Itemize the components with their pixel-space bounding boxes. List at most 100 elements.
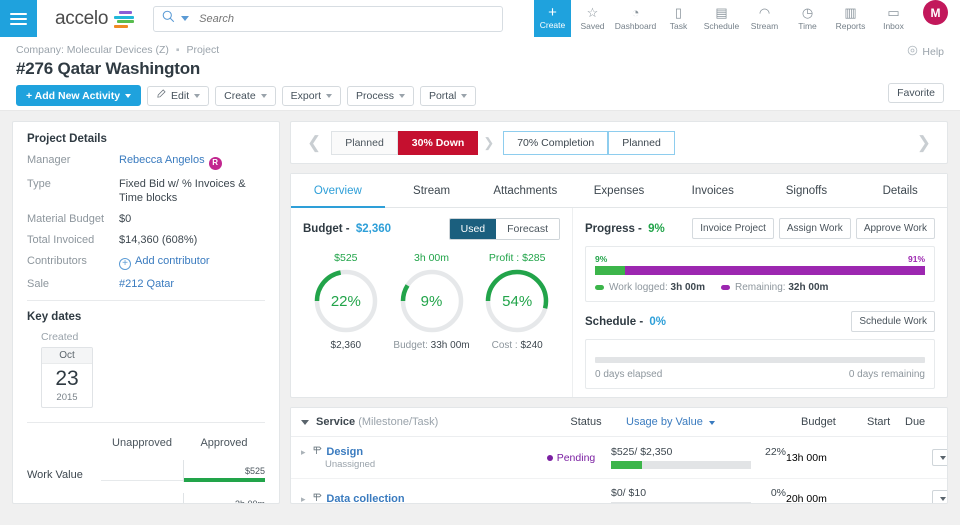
donut-chart: 54% — [484, 268, 550, 334]
status-chip-70-completion[interactable]: 70% Completion — [503, 131, 608, 155]
nav-item-reports[interactable]: ▥ Reports — [829, 0, 872, 37]
toggle-used[interactable]: Used — [450, 219, 497, 239]
detail-row-contributors: Contributors +Add contributor — [27, 254, 265, 270]
service-name[interactable]: Design — [326, 446, 363, 458]
nav-item-schedule[interactable]: ▤ Schedule — [700, 0, 743, 37]
star-icon: ☆ — [587, 6, 599, 20]
table-row: Billable 3h 00m — [27, 493, 265, 505]
nav-item-time[interactable]: ◷ Time — [786, 0, 829, 37]
approve-work-button[interactable]: Approve Work — [856, 218, 935, 239]
nav-item-stream[interactable]: ◠ Stream — [743, 0, 786, 37]
column-status: Status — [546, 416, 626, 428]
nav-label: Stream — [751, 21, 778, 31]
column-service-sub: (Milestone/Task) — [358, 416, 438, 428]
donut-hours: 3h 00m 9% Budget: 33h 00m — [389, 252, 475, 351]
nav-item-dashboard[interactable]: ◔ Dashboard — [614, 0, 657, 37]
speedometer-icon: ◔ — [632, 6, 640, 20]
breadcrumb-company[interactable]: Company: Molecular Devices (Z) — [16, 44, 169, 56]
detail-value: Rebecca AngelosR — [119, 153, 222, 170]
assign-work-button[interactable]: Assign Work — [779, 218, 851, 239]
export-button[interactable]: Export — [282, 86, 341, 106]
column-start: Start — [867, 416, 905, 428]
actions-cell — [932, 449, 948, 466]
row-actions-dropdown[interactable] — [932, 449, 948, 466]
edit-button[interactable]: Edit — [147, 86, 209, 106]
service-name-line: ▸ Design — [301, 445, 531, 458]
breadcrumb-section[interactable]: Project — [186, 44, 219, 56]
actions-cell — [932, 490, 948, 504]
status-chip-planned-next[interactable]: Planned — [608, 131, 675, 155]
create-label: Create — [224, 90, 256, 102]
create-button[interactable]: + Create — [534, 0, 571, 37]
table-row[interactable]: ▸ Design Unassigned Pending $52 — [291, 437, 947, 479]
service-name[interactable]: Data collection — [326, 493, 404, 504]
expand-arrow-icon[interactable]: ▸ — [301, 494, 306, 504]
budget-panel: Budget - $2,360 Used Forecast $525 — [291, 208, 573, 397]
donut-top-label: $525 — [303, 252, 389, 264]
next-arrow-icon[interactable]: ❯ — [911, 133, 937, 153]
expand-arrow-icon[interactable]: ▸ — [301, 447, 306, 457]
key-dates-title: Key dates — [27, 311, 265, 323]
search-icon — [162, 10, 175, 28]
tab-expenses[interactable]: Expenses — [572, 174, 666, 208]
collapse-triangle-icon[interactable] — [301, 420, 309, 425]
tab-invoices[interactable]: Invoices — [666, 174, 760, 208]
progress-action-buttons: Invoice Project Assign Work Approve Work — [692, 218, 935, 239]
menu-icon[interactable] — [0, 0, 37, 37]
row-actions-dropdown[interactable] — [932, 490, 948, 504]
status-chip-30-down[interactable]: 30% Down — [398, 131, 479, 155]
nav-item-saved[interactable]: ☆ Saved — [571, 0, 614, 37]
column-unapproved: Unapproved — [101, 437, 183, 449]
invoice-project-button[interactable]: Invoice Project — [692, 218, 774, 239]
manager-link[interactable]: Rebecca Angelos — [119, 154, 205, 166]
add-contributor-link[interactable]: Add contributor — [135, 255, 210, 267]
search-input[interactable] — [199, 13, 494, 25]
toggle-forecast[interactable]: Forecast — [496, 219, 559, 239]
usage-sort-link[interactable]: Usage by Value — [626, 416, 703, 428]
unapproved-cell — [101, 493, 184, 505]
milestone-icon — [312, 446, 326, 458]
favorite-button[interactable]: Favorite — [888, 83, 944, 103]
add-new-activity-button[interactable]: + Add New Activity — [16, 85, 141, 106]
top-navigation-bar: accelo + Create ☆ Saved ◔ Dashboard — [0, 0, 960, 37]
search-bar[interactable] — [153, 6, 503, 32]
portal-button[interactable]: Portal — [420, 86, 476, 106]
tab-attachments[interactable]: Attachments — [478, 174, 572, 208]
schedule-work-button[interactable]: Schedule Work — [851, 311, 935, 332]
help-link[interactable]: Help — [907, 45, 944, 59]
user-avatar[interactable]: M — [923, 0, 948, 25]
progress-right-label: 91% — [908, 254, 925, 264]
tab-overview[interactable]: Overview — [291, 174, 385, 208]
search-scope-chevron-down-icon[interactable] — [181, 16, 189, 21]
status-cell: Pending — [531, 452, 611, 464]
sale-link[interactable]: #212 Qatar — [119, 278, 174, 290]
breadcrumb-separator: ▪ — [176, 44, 180, 56]
tab-signoffs[interactable]: Signoffs — [760, 174, 854, 208]
progress-header: Progress - 9% Invoice Project Assign Wor… — [585, 218, 935, 239]
schedule-title: Schedule - 0% — [585, 316, 666, 328]
detail-row-material-budget: Material Budget $0 — [27, 212, 265, 226]
legend-remaining-value: 32h 00m — [788, 282, 828, 293]
create-dropdown-button[interactable]: Create — [215, 86, 276, 106]
service-cell: ▸ Data collection — [301, 492, 531, 504]
detail-label: Total Invoiced — [27, 233, 119, 247]
nav-item-task[interactable]: ▯ Task — [657, 0, 700, 37]
approved-value: 3h 00m — [235, 499, 265, 505]
export-label: Export — [291, 90, 321, 102]
process-button[interactable]: Process — [347, 86, 414, 106]
nav-item-inbox[interactable]: ▭ Inbox — [872, 0, 915, 37]
hamburger-bars — [10, 10, 27, 28]
nav-label: Task — [670, 21, 687, 31]
detail-value: Fixed Bid w/ % Invoices & Time blocks — [119, 177, 265, 205]
sort-chevron-down-icon[interactable] — [709, 421, 715, 425]
brand-logo[interactable]: accelo — [37, 0, 135, 37]
budget-title-text: Budget - — [303, 223, 350, 235]
service-name-line: ▸ Data collection — [301, 492, 531, 504]
tab-details[interactable]: Details — [853, 174, 947, 208]
prev-arrow-icon[interactable]: ❮ — [301, 133, 327, 153]
status-chip-planned[interactable]: Planned — [331, 131, 398, 155]
progress-title: Progress - 9% — [585, 223, 665, 235]
budget-amount: $2,360 — [356, 223, 391, 235]
table-row[interactable]: ▸ Data collection $0/ $10 — [291, 479, 947, 504]
tab-stream[interactable]: Stream — [385, 174, 479, 208]
